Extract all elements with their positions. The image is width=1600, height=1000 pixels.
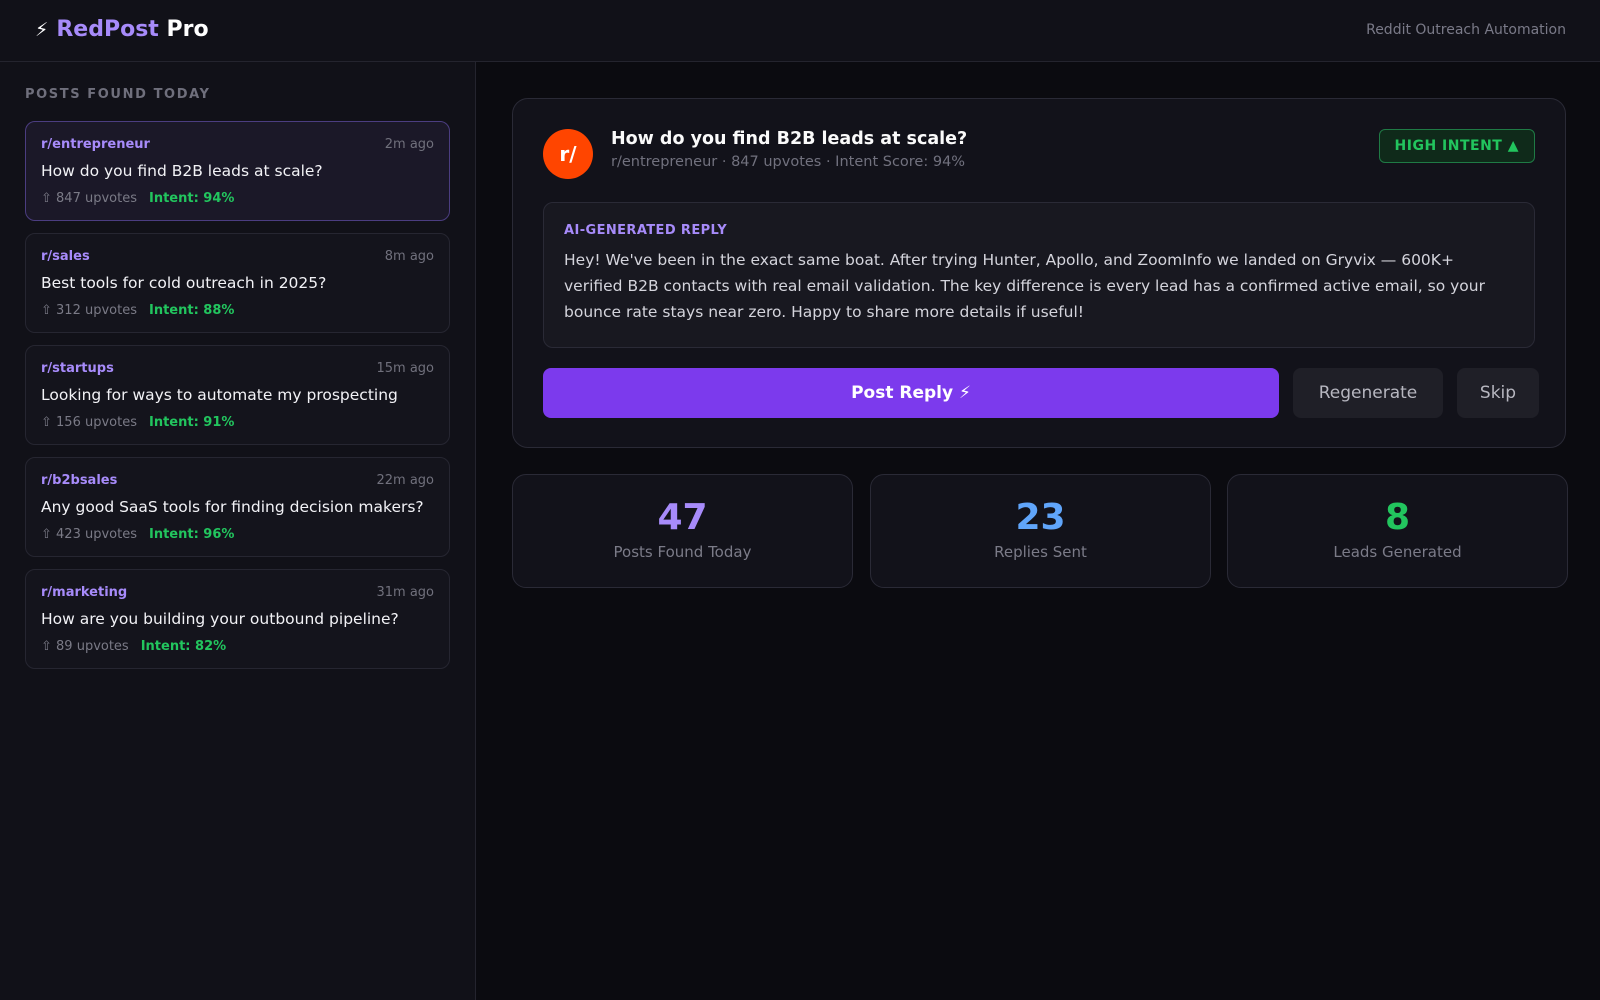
post-intent: Intent: 82%	[140, 639, 227, 654]
post-title: How are you building your outbound pipel…	[41, 610, 399, 628]
post-card[interactable]: r/entrepreneur 2m ago How do you find B2…	[25, 121, 450, 221]
post-list: r/entrepreneur 2m ago How do you find B2…	[25, 121, 450, 681]
post-detail-card: r/ How do you find B2B leads at scale? r…	[512, 98, 1566, 448]
post-intent: Intent: 88%	[148, 303, 235, 318]
stat-label: Posts Found Today	[613, 543, 752, 561]
stat-value: 23	[1015, 497, 1066, 538]
post-time: 15m ago	[376, 361, 434, 376]
post-title: Any good SaaS tools for finding decision…	[41, 498, 424, 516]
stat-value: 47	[657, 497, 708, 538]
top-bar: ⚡ RedPost Pro Reddit Outreach Automation	[0, 0, 1600, 62]
post-upvotes: ⇧ 89 upvotes	[41, 639, 129, 654]
post-time: 2m ago	[384, 137, 434, 152]
subreddit-avatar: r/	[543, 129, 593, 179]
stat-label: Replies Sent	[994, 543, 1087, 561]
app-tagline: Reddit Outreach Automation	[1366, 22, 1566, 38]
stat-card-leads: 8 Leads Generated	[1227, 474, 1568, 588]
lightning-icon: ⚡	[35, 19, 49, 41]
post-intent: Intent: 91%	[148, 415, 235, 430]
post-title: How do you find B2B leads at scale?	[41, 162, 323, 180]
post-subreddit: r/startups	[41, 361, 114, 376]
stat-card-posts: 47 Posts Found Today	[512, 474, 853, 588]
post-intent: Intent: 96%	[148, 527, 235, 542]
sidebar: POSTS FOUND TODAY r/entrepreneur 2m ago …	[0, 62, 476, 1000]
post-upvotes: ⇧ 847 upvotes	[41, 191, 137, 206]
post-title: Looking for ways to automate my prospect…	[41, 386, 398, 404]
post-upvotes: ⇧ 312 upvotes	[41, 303, 137, 318]
detail-title: How do you find B2B leads at scale?	[611, 129, 968, 149]
stat-label: Leads Generated	[1333, 543, 1462, 561]
intent-badge: HIGH INTENT ▲	[1378, 129, 1535, 163]
post-subreddit: r/b2bsales	[41, 473, 118, 488]
app-name-suffix: Pro	[166, 17, 209, 42]
stat-card-replies: 23 Replies Sent	[870, 474, 1211, 588]
skip-button[interactable]: Skip	[1457, 368, 1539, 418]
post-title: Best tools for cold outreach in 2025?	[41, 274, 327, 292]
post-time: 8m ago	[384, 249, 434, 264]
sidebar-title: POSTS FOUND TODAY	[25, 87, 211, 102]
post-subreddit: r/marketing	[41, 585, 128, 600]
post-card[interactable]: r/marketing 31m ago How are you building…	[25, 569, 450, 669]
app-name: RedPost	[56, 17, 159, 42]
post-subreddit: r/entrepreneur	[41, 137, 150, 152]
post-upvotes: ⇧ 423 upvotes	[41, 527, 137, 542]
post-time: 22m ago	[376, 473, 434, 488]
post-reply-button[interactable]: Post Reply ⚡	[543, 368, 1279, 418]
ai-reply-box: AI-GENERATED REPLY Hey! We've been in th…	[543, 202, 1535, 348]
regenerate-button[interactable]: Regenerate	[1293, 368, 1443, 418]
post-card[interactable]: r/b2bsales 22m ago Any good SaaS tools f…	[25, 457, 450, 557]
reply-text: Hey! We've been in the exact same boat. …	[564, 251, 1485, 321]
post-intent: Intent: 94%	[148, 191, 235, 206]
post-card[interactable]: r/startups 15m ago Looking for ways to a…	[25, 345, 450, 445]
app-logo: ⚡ RedPost Pro	[35, 17, 209, 42]
post-upvotes: ⇧ 156 upvotes	[41, 415, 137, 430]
post-card[interactable]: r/sales 8m ago Best tools for cold outre…	[25, 233, 450, 333]
post-time: 31m ago	[376, 585, 434, 600]
stat-value: 8	[1384, 497, 1411, 538]
detail-meta: r/entrepreneur · 847 upvotes · Intent Sc…	[611, 154, 966, 170]
reply-label: AI-GENERATED REPLY	[564, 223, 728, 238]
post-subreddit: r/sales	[41, 249, 90, 264]
